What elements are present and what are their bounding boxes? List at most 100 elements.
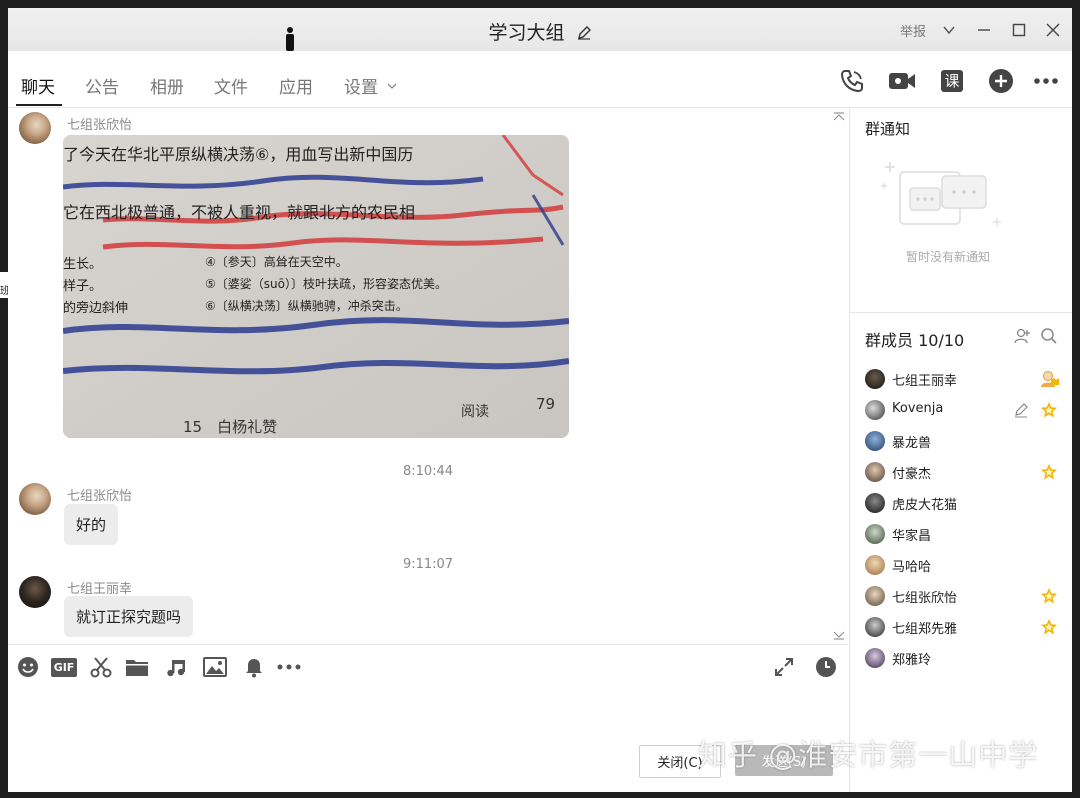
clock-icon[interactable] (813, 654, 839, 680)
tab-settings[interactable]: 设置 (344, 73, 398, 98)
edit-title-icon[interactable] (576, 25, 592, 45)
member-item[interactable]: 马哈哈 (865, 552, 1065, 580)
sender-name: 七组张欣怡 (67, 489, 133, 504)
gif-icon[interactable]: GIF (50, 654, 78, 680)
tab-chat[interactable]: 聊天 (21, 73, 55, 98)
notice-empty-text: 暂时没有新通知 (905, 250, 990, 264)
member-name: 郑雅玲 (892, 653, 932, 668)
more-icon[interactable] (1032, 67, 1060, 95)
tab-apps[interactable]: 应用 (279, 73, 313, 98)
avatar (865, 586, 885, 606)
message-image[interactable]: 了今天在华北平原纵横决荡⑥，用血写出新中国历 它在西北极普通，不被人重视，就跟北… (63, 135, 569, 438)
member-item[interactable]: 华家昌 (865, 521, 1065, 549)
photo-footer-right: 阅读 (461, 404, 489, 420)
phone-icon[interactable] (838, 67, 866, 95)
avatar (865, 648, 885, 668)
chevron-down-icon (387, 83, 397, 89)
maximize-icon[interactable] (1007, 18, 1031, 42)
tab-settings-label: 设置 (344, 78, 378, 98)
member-name: 虎皮大花猫 (892, 498, 958, 513)
owner-icon (1039, 369, 1059, 389)
tab-announcements[interactable]: 公告 (85, 73, 119, 98)
group-sidebar: 群通知 暂时没有新通知 群成员 10/10 七组王丽幸 Kovenja 暴龙兽 … (849, 108, 1072, 792)
folder-icon[interactable] (124, 654, 150, 680)
video-call-icon[interactable] (888, 67, 916, 95)
sidebar-divider (850, 312, 1072, 313)
minimize-icon[interactable] (972, 18, 996, 42)
close-icon[interactable] (1041, 18, 1065, 42)
members-title: 群成员 10/10 (865, 331, 965, 350)
member-name: 七组张欣怡 (892, 591, 958, 606)
sender-name: 七组张欣怡 (67, 118, 133, 133)
avatar[interactable] (19, 576, 51, 608)
avatar (865, 462, 885, 482)
member-item[interactable]: 暴龙兽 (865, 428, 1065, 456)
member-item[interactable]: 付豪杰 (865, 459, 1065, 487)
avatar (865, 524, 885, 544)
member-name: 马哈哈 (892, 560, 932, 575)
photo-line: 了今天在华北平原纵横决荡⑥，用血写出新中国历 (63, 145, 414, 164)
photo-footer: 15 白杨礼赞 (183, 418, 278, 436)
star-icon (1039, 586, 1059, 606)
avatar (865, 400, 885, 420)
photo-line: 的旁边斜伸 (63, 301, 129, 316)
scroll-down-icon[interactable] (832, 630, 846, 640)
photo-note: ④〔参天〕高耸在天空中。 (205, 255, 348, 269)
window-title: 学习大组 (488, 22, 565, 44)
chat-window: 学习大组 举报 聊天 公告 相册 文件 应用 设置 课 七组张欣怡 了今天在华北… (8, 8, 1072, 792)
search-icon[interactable] (1039, 326, 1059, 346)
member-name: 付豪杰 (892, 467, 932, 482)
avatar (865, 431, 885, 451)
photo-page-number: 79 (536, 395, 556, 413)
scissors-icon[interactable] (88, 654, 114, 680)
tab-album[interactable]: 相册 (150, 73, 184, 98)
photo-line: 生长。 (63, 257, 103, 272)
star-icon (1039, 617, 1059, 637)
dropdown-chevron-icon[interactable] (937, 18, 961, 42)
expand-icon[interactable] (771, 654, 797, 680)
message-timestamp: 8:10:44 (402, 464, 454, 479)
report-link[interactable]: 举报 (900, 21, 926, 40)
photo-line: 样子。 (63, 279, 103, 294)
music-icon[interactable] (163, 654, 189, 680)
photo-line: 它在西北极普通，不被人重视，就跟北方的农民相 (63, 203, 416, 222)
member-item[interactable]: 七组王丽幸 (865, 366, 1065, 394)
star-icon (1039, 400, 1059, 420)
avatar[interactable] (19, 483, 51, 515)
photo-note: ⑤〔婆娑（suō）〕枝叶扶疏，形容姿态优美。 (205, 277, 447, 291)
message-timestamp: 9:11:07 (402, 557, 454, 572)
avatar[interactable] (19, 112, 51, 144)
member-item[interactable]: 郑雅玲 (865, 645, 1065, 673)
member-item[interactable]: Kovenja (865, 397, 1065, 425)
member-item[interactable]: 虎皮大花猫 (865, 490, 1065, 518)
member-name: Kovenja (892, 401, 944, 416)
message-bubble[interactable]: 就订正探究题吗 (64, 596, 194, 637)
emoji-icon[interactable] (15, 654, 41, 680)
avatar (865, 369, 885, 389)
message-list[interactable]: 七组张欣怡 了今天在华北平原纵横决荡⑥，用血写出新中国历 它在西北极普通，不被人… (8, 108, 848, 643)
image-icon[interactable] (202, 654, 228, 680)
class-icon[interactable]: 课 (938, 67, 966, 95)
member-item[interactable]: 七组张欣怡 (865, 583, 1065, 611)
more-icon[interactable] (276, 654, 302, 680)
photo-note: ⑥〔纵横决荡〕纵横驰骋，冲杀突击。 (205, 299, 408, 313)
tab-files[interactable]: 文件 (214, 73, 248, 98)
edit-icon[interactable] (1011, 400, 1031, 420)
input-toolbar: GIF (8, 644, 848, 691)
tab-bar: 聊天 公告 相册 文件 应用 设置 课 (8, 51, 1072, 108)
empty-notice-illustration-icon (881, 162, 1001, 226)
member-item[interactable]: 七组郑先雅 (865, 614, 1065, 642)
member-name: 七组王丽幸 (892, 374, 958, 389)
notice-title: 群通知 (865, 120, 911, 138)
member-name: 暴龙兽 (892, 436, 932, 451)
avatar (865, 617, 885, 637)
title-bar[interactable]: 学习大组 举报 (8, 8, 1072, 51)
message-bubble[interactable]: 好的 (64, 504, 119, 545)
add-circle-icon[interactable] (987, 67, 1015, 95)
add-member-icon[interactable] (1012, 326, 1032, 346)
bell-icon[interactable] (241, 654, 267, 680)
star-icon (1039, 462, 1059, 482)
avatar (865, 493, 885, 513)
avatar (865, 555, 885, 575)
scroll-up-icon[interactable] (832, 112, 846, 122)
